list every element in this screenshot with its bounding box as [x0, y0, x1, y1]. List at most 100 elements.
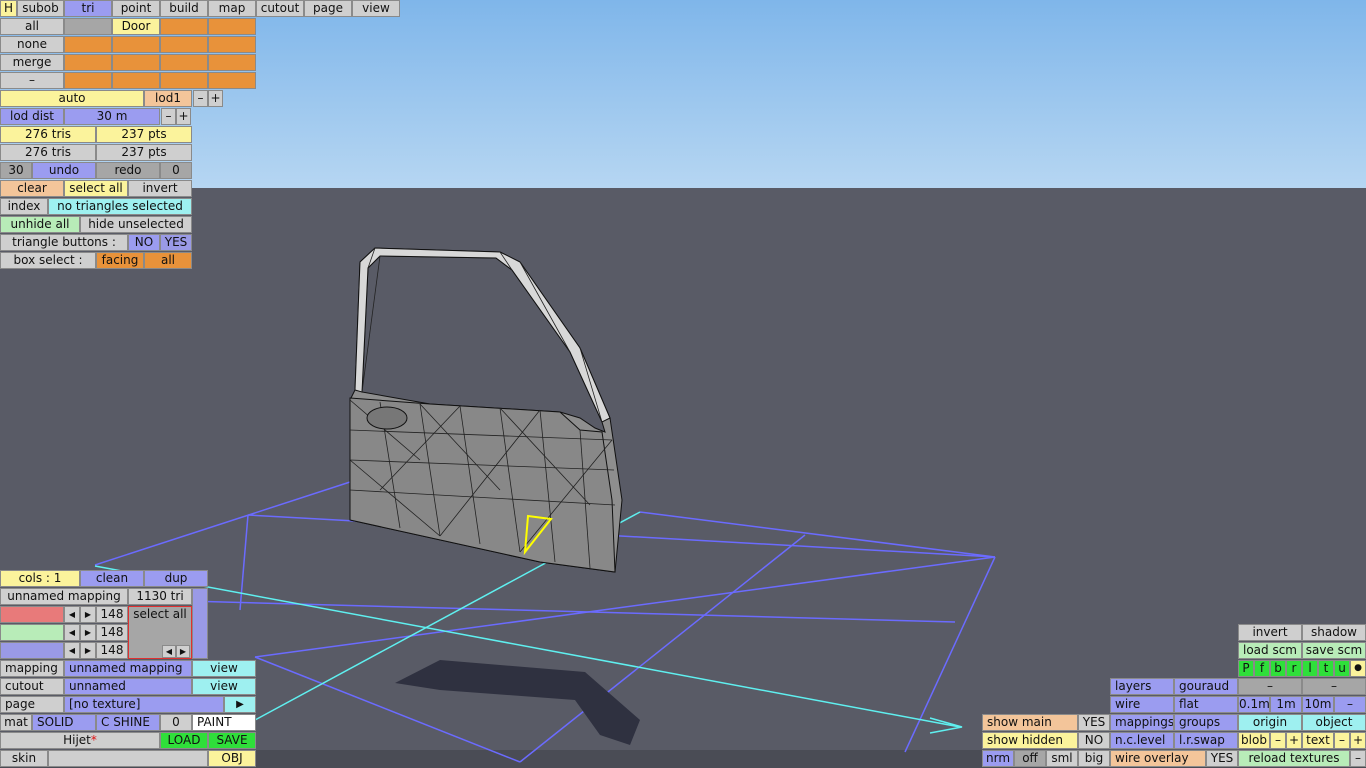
hide-unselected-button[interactable]: hide unselected	[80, 216, 192, 233]
group-slot[interactable]	[64, 72, 112, 89]
shadow-button[interactable]: shadow	[1302, 624, 1366, 641]
triangle-buttons-no[interactable]: NO	[128, 234, 160, 251]
group-slot[interactable]	[208, 54, 256, 71]
reload-minus-button[interactable]: –	[1350, 750, 1366, 767]
undo-button[interactable]: undo	[32, 162, 96, 179]
clear-selection-button[interactable]: clear	[0, 180, 64, 197]
menu-h-button[interactable]: H	[0, 0, 17, 17]
view-front-button[interactable]: f	[1254, 660, 1270, 677]
save-button[interactable]: SAVE	[208, 732, 256, 749]
grid-10m-button[interactable]: 10m	[1302, 696, 1334, 713]
view-left-button[interactable]: l	[1302, 660, 1318, 677]
group-slot[interactable]	[64, 18, 112, 35]
red-decrease-button[interactable]: ◀	[64, 606, 80, 623]
green-increase-button[interactable]: ▶	[80, 624, 96, 641]
invert-button[interactable]: invert	[1238, 624, 1302, 641]
normals-button[interactable]: nrm	[982, 750, 1014, 767]
swatch-prev-button[interactable]: ◀	[162, 645, 176, 658]
redo-button[interactable]: redo	[96, 162, 160, 179]
lod-dist-value[interactable]: 30 m	[64, 108, 160, 125]
blue-slider[interactable]	[0, 642, 64, 659]
gouraud-button[interactable]: gouraud	[1174, 678, 1238, 695]
invert-selection-button[interactable]: invert	[128, 180, 192, 197]
view-back-button[interactable]: b	[1270, 660, 1286, 677]
view-top-button[interactable]: t	[1318, 660, 1334, 677]
lod-dist-minus-button[interactable]: –	[161, 108, 176, 125]
grid-dash-button[interactable]: –	[1334, 696, 1366, 713]
grid-plus-button[interactable]: –	[1302, 678, 1366, 695]
blue-increase-button[interactable]: ▶	[80, 642, 96, 659]
object-name[interactable]: Hijet*	[0, 732, 160, 749]
groups-button[interactable]: groups	[1174, 714, 1238, 731]
group-minus-button[interactable]: –	[0, 72, 64, 89]
select-all-button[interactable]: select all	[64, 180, 128, 197]
triangle-buttons-yes[interactable]: YES	[160, 234, 192, 251]
skin-field[interactable]	[48, 750, 208, 767]
green-slider[interactable]	[0, 624, 64, 641]
show-main-toggle[interactable]: YES	[1078, 714, 1110, 731]
solid-button[interactable]: SOLID	[32, 714, 96, 731]
lod-minus-button[interactable]: –	[193, 90, 208, 107]
page-arrow-button[interactable]: ▶	[224, 696, 256, 713]
mapping-view-button[interactable]: view	[192, 660, 256, 677]
c-shine-button[interactable]: C SHINE	[96, 714, 160, 731]
green-decrease-button[interactable]: ◀	[64, 624, 80, 641]
group-slot[interactable]	[160, 36, 208, 53]
text-minus-button[interactable]: –	[1334, 732, 1350, 749]
menu-build-tab[interactable]: build	[160, 0, 208, 17]
normals-big-button[interactable]: big	[1078, 750, 1110, 767]
normals-small-button[interactable]: sml	[1046, 750, 1078, 767]
wire-overlay-toggle[interactable]: YES	[1206, 750, 1238, 767]
save-scm-button[interactable]: save scm	[1302, 642, 1366, 659]
blob-plus-button[interactable]: +	[1286, 732, 1302, 749]
group-door-button[interactable]: Door	[112, 18, 160, 35]
view-dot-icon[interactable]: ●	[1350, 660, 1366, 677]
flat-button[interactable]: flat	[1174, 696, 1238, 713]
swatch-next-button[interactable]: ▶	[176, 645, 190, 658]
normals-off-button[interactable]: off	[1014, 750, 1046, 767]
blob-minus-button[interactable]: –	[1270, 732, 1286, 749]
index-button[interactable]: index	[0, 198, 48, 215]
group-slot[interactable]	[112, 72, 160, 89]
menu-cutout-tab[interactable]: cutout	[256, 0, 304, 17]
grid-minus-button[interactable]: –	[1238, 678, 1302, 695]
origin-button[interactable]: origin	[1238, 714, 1302, 731]
menu-point-tab[interactable]: point	[112, 0, 160, 17]
lod-plus-button[interactable]: +	[208, 90, 223, 107]
view-under-button[interactable]: u	[1334, 660, 1350, 677]
paint-button[interactable]: PAINT	[192, 714, 256, 731]
page-texture-select[interactable]: [no texture]	[64, 696, 224, 713]
mappings-button[interactable]: mappings	[1110, 714, 1174, 731]
cutout-select[interactable]: unnamed	[64, 678, 192, 695]
group-slot[interactable]	[112, 36, 160, 53]
text-plus-button[interactable]: +	[1350, 732, 1366, 749]
red-slider[interactable]	[0, 606, 64, 623]
nc-level-button[interactable]: n.c.level	[1110, 732, 1174, 749]
load-button[interactable]: LOAD	[160, 732, 208, 749]
group-slot[interactable]	[64, 54, 112, 71]
group-slot[interactable]	[160, 54, 208, 71]
unhide-all-button[interactable]: unhide all	[0, 216, 80, 233]
menu-map-tab[interactable]: map	[208, 0, 256, 17]
wire-button[interactable]: wire	[1110, 696, 1174, 713]
group-slot[interactable]	[208, 72, 256, 89]
group-slot[interactable]	[160, 18, 208, 35]
blue-decrease-button[interactable]: ◀	[64, 642, 80, 659]
view-perspective-button[interactable]: P	[1238, 660, 1254, 677]
view-right-button[interactable]: r	[1286, 660, 1302, 677]
mat-value[interactable]: 0	[160, 714, 192, 731]
obj-button[interactable]: OBJ	[208, 750, 256, 767]
menu-view-tab[interactable]: view	[352, 0, 400, 17]
group-all-button[interactable]: all	[0, 18, 64, 35]
reload-textures-button[interactable]: reload textures	[1238, 750, 1350, 767]
menu-page-tab[interactable]: page	[304, 0, 352, 17]
group-slot[interactable]	[160, 72, 208, 89]
layers-button[interactable]: layers	[1110, 678, 1174, 695]
lod-dist-plus-button[interactable]: +	[176, 108, 191, 125]
red-increase-button[interactable]: ▶	[80, 606, 96, 623]
lod-level-button[interactable]: lod1	[144, 90, 192, 107]
grid-01m-button[interactable]: 0.1m	[1238, 696, 1270, 713]
dup-button[interactable]: dup	[144, 570, 208, 587]
menu-tri-tab[interactable]: tri	[64, 0, 112, 17]
group-slot[interactable]	[64, 36, 112, 53]
